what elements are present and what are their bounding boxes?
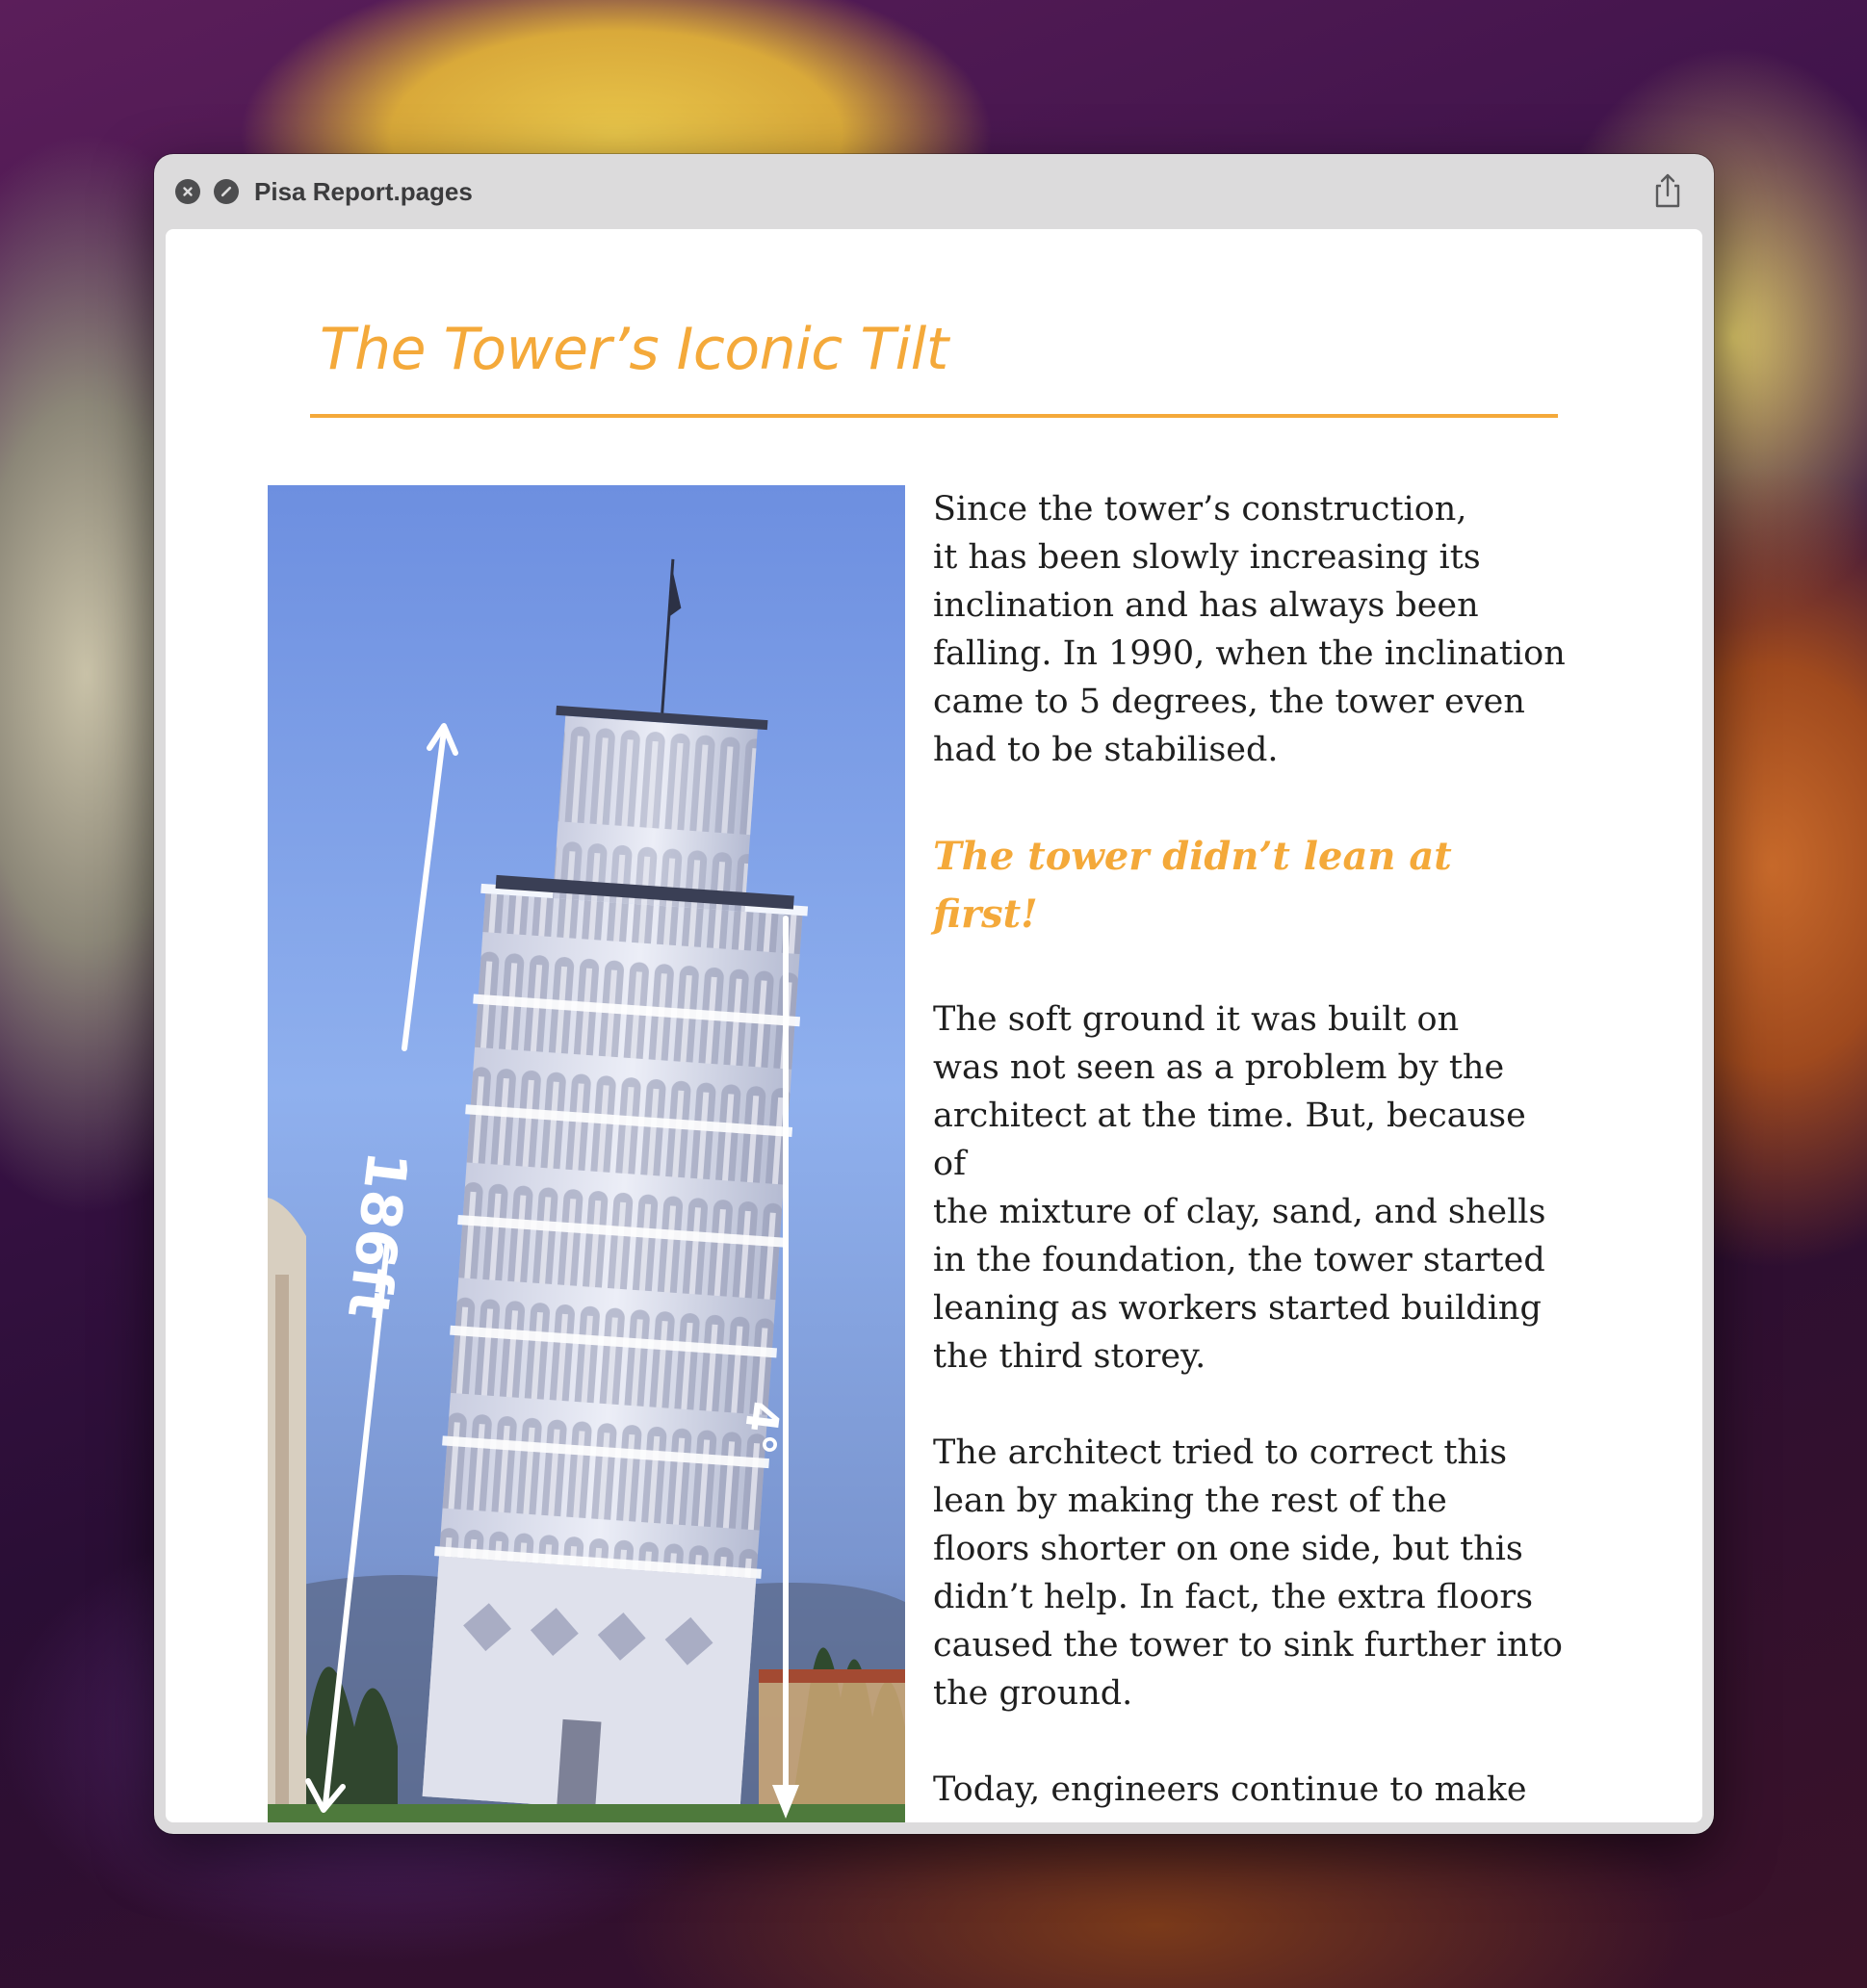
body-text-column: Since the tower’s construction, it has b… <box>933 485 1569 1822</box>
heading-divider <box>310 414 1558 418</box>
share-button[interactable] <box>1650 171 1685 210</box>
document-page[interactable]: The Tower’s Iconic Tilt 186ft 4° Since t… <box>166 229 1702 1822</box>
close-button[interactable] <box>175 179 200 204</box>
close-icon <box>183 187 193 196</box>
angle-annotation: 4° <box>732 1399 790 1458</box>
subheading: The tower didn’t lean at first! <box>933 834 1452 937</box>
paragraph-soft-ground: The soft ground it was built on was not … <box>933 1000 1546 1376</box>
leaning-tower-photo[interactable]: 186ft 4° <box>268 485 905 1822</box>
title-bar[interactable]: Pisa Report.pages <box>154 154 1714 227</box>
quicklook-window: Pisa Report.pages The Tower’s Iconic Til… <box>154 154 1714 1834</box>
fullscreen-button[interactable] <box>214 179 239 204</box>
fullscreen-icon <box>220 186 232 197</box>
share-icon <box>1655 173 1680 208</box>
paragraph-construction: Since the tower’s construction, it has b… <box>933 490 1566 769</box>
paragraph-today: Today, engineers continue to make sure t… <box>933 1770 1527 1822</box>
document-heading: The Tower’s Iconic Tilt <box>320 316 948 383</box>
window-title: Pisa Report.pages <box>254 177 473 206</box>
paragraph-architect: The architect tried to correct this lean… <box>933 1433 1563 1713</box>
